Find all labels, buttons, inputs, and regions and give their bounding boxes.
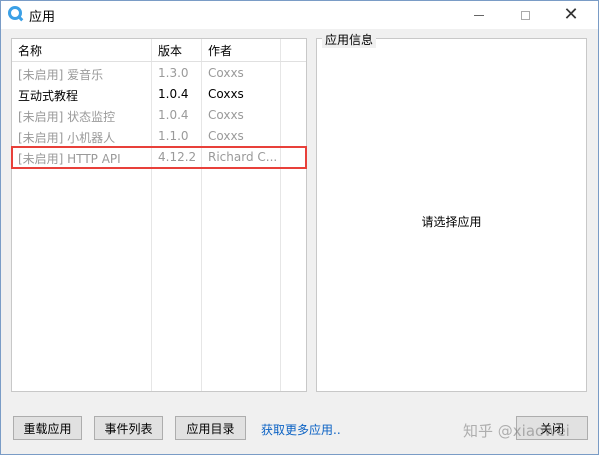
app-list-row[interactable]: [未启用] HTTP API 4.12.2 Richard C... <box>11 146 307 169</box>
app-info-title: 应用信息 <box>322 31 377 48</box>
title-bar[interactable]: 应用 ✕ <box>1 1 598 29</box>
app-name-cell: [未启用] 爱音乐 <box>18 68 104 82</box>
minimize-button[interactable] <box>456 1 502 29</box>
app-version-cell: 1.0.4 <box>158 108 189 122</box>
app-author-cell: Coxxs <box>208 129 244 143</box>
app-name-cell: [未启用] 状态监控 <box>18 110 116 124</box>
app-version-cell: 1.1.0 <box>158 129 189 143</box>
reload-apps-button[interactable]: 重载应用 <box>13 416 82 440</box>
app-list-row[interactable]: [未启用] 状态监控 1.0.4 Coxxs <box>12 105 306 126</box>
maximize-button[interactable] <box>502 1 548 29</box>
maximize-icon <box>520 10 530 20</box>
watermark: 知乎 @xiaowei <box>463 422 570 440</box>
close-icon: ✕ <box>563 4 579 25</box>
app-author-cell: Richard C... <box>208 150 278 164</box>
app-author-cell: Coxxs <box>208 87 244 101</box>
app-directory-button[interactable]: 应用目录 <box>175 416 246 440</box>
header-divider <box>12 61 306 62</box>
column-header-name[interactable]: 名称 <box>18 42 42 59</box>
app-version-cell: 1.3.0 <box>158 66 189 80</box>
window-title: 应用 <box>29 10 56 25</box>
app-info-placeholder: 请选择应用 <box>421 215 482 229</box>
column-header-author[interactable]: 作者 <box>208 42 232 59</box>
get-more-apps-link[interactable]: 获取更多应用.. <box>261 421 341 438</box>
app-version-cell: 4.12.2 <box>158 150 197 164</box>
close-window-button[interactable]: ✕ <box>548 1 594 29</box>
app-list-row[interactable]: [未启用] 爱音乐 1.3.0 Coxxs <box>12 63 306 84</box>
app-list-row[interactable]: 互动式教程 1.0.4 Coxxs <box>12 84 306 105</box>
app-list[interactable]: 名称 版本 作者 [未启用] 爱音乐 1.3.0 Coxxs 互动式教程 1.0.4 Co… <box>11 38 307 392</box>
app-name-cell: 互动式教程 <box>18 89 79 103</box>
app-logo-icon <box>8 6 22 20</box>
app-author-cell: Coxxs <box>208 66 244 80</box>
app-name-cell: [未启用] HTTP API <box>18 152 121 166</box>
column-header-version[interactable]: 版本 <box>158 42 182 59</box>
minimize-icon <box>474 14 484 16</box>
app-version-cell: 1.0.4 <box>158 87 189 101</box>
app-list-row[interactable]: [未启用] 小机器人 1.1.0 Coxxs <box>12 126 306 147</box>
event-list-button[interactable]: 事件列表 <box>94 416 163 440</box>
app-name-cell: [未启用] 小机器人 <box>18 131 116 145</box>
app-author-cell: Coxxs <box>208 108 244 122</box>
